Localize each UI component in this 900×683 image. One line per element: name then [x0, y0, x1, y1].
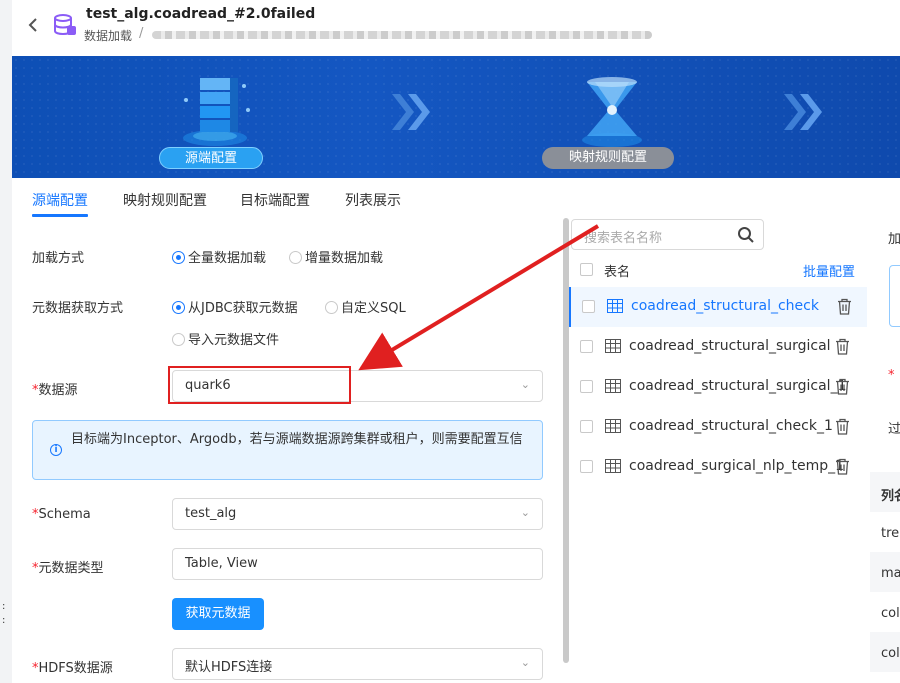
right-panel-label-2: 过	[888, 422, 900, 437]
table-icon	[607, 299, 623, 313]
right-panel-input[interactable]	[889, 265, 900, 327]
batch-config-link[interactable]: 批量配置	[803, 261, 855, 280]
table-row[interactable]: coadread_structural_surgical	[569, 327, 867, 367]
step-source-config[interactable]: 源端配置	[159, 147, 263, 169]
radio-incremental-load[interactable]: 增量数据加载	[289, 247, 383, 266]
fetch-metadata-button[interactable]: 获取元数据	[172, 598, 264, 630]
tab-mapping-config[interactable]: 映射规则配置	[123, 190, 207, 210]
tab-source-config[interactable]: 源端配置	[32, 190, 88, 210]
radio-full-load-dot	[172, 251, 185, 264]
strip-dots: ::	[2, 601, 6, 626]
job-title: test_alg.coadread_#2.0failed	[86, 6, 316, 22]
meta-mode-label: 元数据获取方式	[32, 301, 124, 316]
radio-meta-import-file-dot	[172, 333, 185, 346]
radio-meta-custom-sql-dot	[325, 301, 338, 314]
schema-value: test_alg	[185, 506, 237, 521]
breadcrumb-separator: /	[139, 26, 144, 41]
left-strip: ::	[0, 0, 12, 683]
table-name: coadread_structural_surgical	[629, 338, 831, 354]
chevron-down-icon-schema: ⌄	[520, 506, 530, 519]
step-mapping-config[interactable]: 映射规则配置	[542, 147, 674, 169]
info-icon: i	[50, 444, 62, 456]
config-tabs: 源端配置 映射规则配置 目标端配置 列表展示	[12, 178, 568, 218]
radio-meta-import-file[interactable]: 导入元数据文件	[172, 329, 279, 348]
radio-full-load[interactable]: 全量数据加载	[172, 247, 266, 266]
right-panel-required: *	[888, 368, 895, 383]
banner-pattern	[12, 56, 900, 178]
meta-type-value: Table, View	[185, 556, 258, 571]
search-placeholder: 搜索表名名称	[584, 231, 663, 246]
server-stack-icon	[183, 78, 250, 146]
right-panel-label-1: 加	[888, 232, 900, 247]
row-checkbox[interactable]	[580, 420, 593, 433]
annotation-highlight-box	[168, 366, 351, 404]
step-banner: 源端配置 映射规则配置	[12, 56, 900, 178]
table-icon	[605, 339, 621, 353]
schema-select[interactable]: test_alg ⌄	[172, 498, 543, 530]
hdfs-label: *HDFS数据源	[32, 661, 113, 676]
schema-label: *Schema	[32, 507, 91, 522]
right-panel-row-1: tre	[881, 526, 900, 541]
row-checkbox[interactable]	[580, 460, 593, 473]
table-icon	[605, 459, 621, 473]
trash-icon[interactable]	[835, 338, 850, 355]
row-checkbox[interactable]	[580, 380, 593, 393]
datasource-label: *数据源	[32, 383, 78, 398]
table-row[interactable]: coadread_structural_check_1	[569, 407, 867, 447]
table-name: coadread_structural_check_1	[629, 418, 833, 434]
table-search-input[interactable]: 搜索表名名称	[571, 219, 764, 250]
table-row[interactable]: coadread_surgical_nlp_temp_1	[569, 447, 867, 487]
trash-icon[interactable]	[837, 298, 852, 315]
step-chevron-icon	[392, 94, 430, 130]
meta-type-label: *元数据类型	[32, 561, 104, 576]
load-mode-label: 加载方式	[32, 251, 85, 266]
right-panel-row-2: ma	[881, 566, 900, 581]
breadcrumb-blurred-path	[152, 31, 652, 39]
radio-meta-custom-sql[interactable]: 自定义SQL	[325, 297, 406, 316]
chevron-down-icon-hdfs: ⌄	[520, 656, 530, 669]
table-row[interactable]: coadread_structural_check	[569, 287, 867, 327]
table-icon	[605, 419, 621, 433]
select-all-checkbox[interactable]	[580, 263, 593, 276]
meta-type-select[interactable]: Table, View	[172, 548, 543, 580]
chevron-down-icon: ⌄	[520, 378, 530, 391]
table-name: coadread_structural_surgical_1	[629, 378, 847, 394]
table-name: coadread_surgical_nlp_temp_1	[629, 458, 845, 474]
top-header: test_alg.coadread_#2.0failed 数据加载 /	[12, 0, 900, 56]
page: :: test_alg.coadread_#2.0failed 数据加载 / 源…	[0, 0, 900, 683]
database-icon	[52, 12, 78, 38]
radio-meta-jdbc[interactable]: 从JDBC获取元数据	[172, 297, 298, 316]
radio-meta-jdbc-dot	[172, 301, 185, 314]
hdfs-value: 默认HDFS连接	[185, 660, 273, 675]
info-alert-text: 目标端为Inceptor、Argodb，若与源端数据源跨集群或租户，则需要配置互…	[71, 432, 523, 447]
active-tab-indicator	[32, 214, 88, 217]
row-checkbox[interactable]	[580, 340, 593, 353]
table-row[interactable]: coadread_structural_surgical_1	[569, 367, 867, 407]
row-checkbox[interactable]	[582, 300, 595, 313]
right-panel-row-3: col	[881, 606, 900, 621]
right-panel-row-4: col	[881, 646, 900, 661]
search-icon[interactable]	[737, 226, 755, 244]
trash-icon[interactable]	[835, 458, 850, 475]
back-arrow-icon[interactable]	[26, 14, 40, 36]
table-icon	[605, 379, 621, 393]
trash-icon[interactable]	[835, 418, 850, 435]
tab-target-config[interactable]: 目标端配置	[240, 190, 310, 210]
trash-icon[interactable]	[835, 378, 850, 395]
step-chevron-icon-2	[784, 94, 822, 130]
radio-incremental-load-dot	[289, 251, 302, 264]
hdfs-select[interactable]: 默认HDFS连接 ⌄	[172, 648, 543, 680]
table-name: coadread_structural_check	[631, 298, 819, 314]
tab-list-view[interactable]: 列表展示	[345, 190, 401, 210]
right-panel-column-header-text: 列名	[881, 489, 900, 504]
mapping-funnel-icon	[582, 77, 642, 147]
info-alert: i 目标端为Inceptor、Argodb，若与源端数据源跨集群或租户，则需要配…	[32, 420, 543, 480]
breadcrumb-data-load[interactable]: 数据加载	[84, 27, 132, 44]
table-name-header: 表名	[604, 265, 631, 280]
